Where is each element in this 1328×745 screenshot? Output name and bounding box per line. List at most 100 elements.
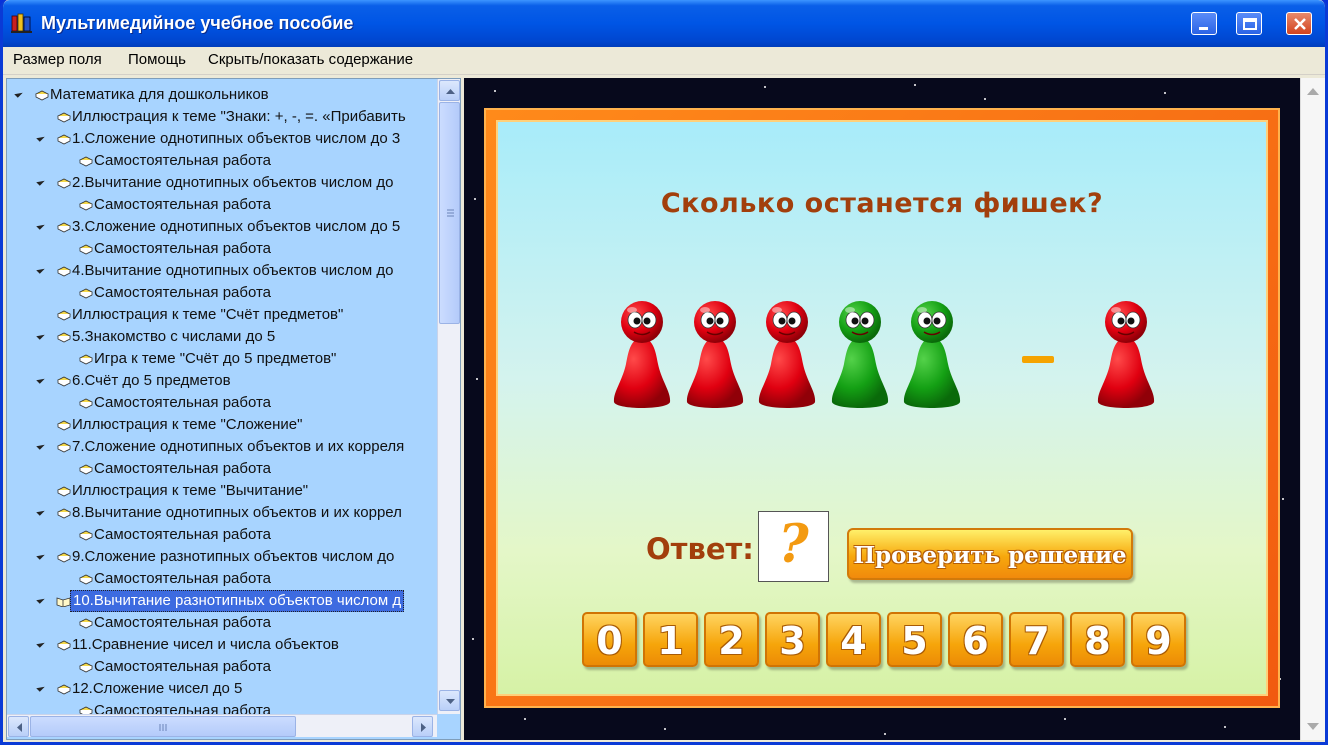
book-icon	[57, 310, 71, 321]
digit-button-2[interactable]: 2	[704, 612, 759, 667]
tree-item[interactable]: 12.Сложение чисел до 5	[7, 678, 437, 700]
tree-item[interactable]: 5.Знакомство с числами до 5	[7, 326, 437, 348]
tree-item-label: 12.Сложение чисел до 5	[72, 680, 243, 697]
digit-button-0[interactable]: 0	[582, 612, 637, 667]
scroll-right-button[interactable]	[412, 716, 433, 737]
menu-toggle-contents[interactable]: Скрыть/показать содержание	[208, 51, 413, 68]
digit-button-1[interactable]: 1	[643, 612, 698, 667]
expand-toggle-icon[interactable]	[36, 133, 45, 142]
tree-item[interactable]: 1.Сложение однотипных объектов числом до…	[7, 128, 437, 150]
tree-item[interactable]: Иллюстрация к теме "Вычитание"	[7, 480, 437, 502]
tree-item[interactable]: 7.Сложение однотипных объектов и их корр…	[7, 436, 437, 458]
star	[764, 86, 766, 88]
tree-item[interactable]: 8.Вычитание однотипных объектов и их кор…	[7, 502, 437, 524]
arrow-up-icon[interactable]	[1307, 88, 1319, 95]
tree-item[interactable]: 2.Вычитание однотипных объектов числом д…	[7, 172, 437, 194]
minimize-button[interactable]	[1191, 12, 1217, 35]
maximize-icon	[1243, 18, 1257, 30]
digit-button-9[interactable]: 9	[1131, 612, 1186, 667]
tree-horizontal-scrollbar[interactable]	[7, 714, 437, 737]
expand-toggle-icon[interactable]	[36, 441, 45, 450]
tree-item-label: Игра к теме "Счёт до 5 предметов"	[94, 350, 337, 367]
digit-button-8[interactable]: 8	[1070, 612, 1125, 667]
tree-vertical-scrollbar[interactable]	[437, 79, 460, 714]
digit-button-6[interactable]: 6	[948, 612, 1003, 667]
scroll-down-button[interactable]	[439, 690, 460, 711]
tree-item[interactable]: 9.Сложение разнотипных объектов числом д…	[7, 546, 437, 568]
tree-leaf-item[interactable]: Самостоятельная работа	[7, 282, 437, 304]
book-icon	[79, 156, 93, 167]
arrow-right-icon	[421, 723, 426, 732]
star	[984, 98, 986, 100]
expand-toggle-icon[interactable]	[36, 177, 45, 186]
tree-item[interactable]: Иллюстрация к теме "Знаки: +, -, =. «При…	[7, 106, 437, 128]
expand-toggle-icon[interactable]	[36, 375, 45, 384]
tree-item-label: Иллюстрация к теме "Вычитание"	[72, 482, 309, 499]
expand-toggle-icon[interactable]	[36, 507, 45, 516]
digit-label: 7	[1023, 619, 1050, 663]
digit-button-4[interactable]: 4	[826, 612, 881, 667]
star	[1164, 92, 1166, 94]
star	[1064, 718, 1066, 720]
tree-leaf-item[interactable]: Игра к теме "Счёт до 5 предметов"	[7, 348, 437, 370]
tree-item[interactable]: 3.Сложение однотипных объектов числом до…	[7, 216, 437, 238]
tree-leaf-item[interactable]: Самостоятельная работа	[7, 458, 437, 480]
tree-item-label: Самостоятельная работа	[94, 570, 272, 587]
answer-field[interactable]: ?	[758, 511, 829, 582]
maximize-button[interactable]	[1236, 12, 1262, 35]
expand-toggle-icon[interactable]	[14, 89, 23, 98]
check-solution-button[interactable]: Проверить решение	[847, 528, 1133, 580]
menu-field-size[interactable]: Размер поля	[13, 51, 102, 68]
tree-leaf-item[interactable]: Самостоятельная работа	[7, 194, 437, 216]
scroll-left-button[interactable]	[8, 716, 29, 737]
digit-button-3[interactable]: 3	[765, 612, 820, 667]
star	[1282, 498, 1284, 500]
expand-toggle-icon[interactable]	[36, 595, 45, 604]
scroll-thumb[interactable]	[439, 102, 460, 324]
tree-leaf-item[interactable]: Самостоятельная работа	[7, 568, 437, 590]
scroll-up-button[interactable]	[439, 80, 460, 101]
tree-item[interactable]: Математика для дошкольников	[7, 84, 437, 106]
expand-toggle-icon[interactable]	[36, 265, 45, 274]
star	[664, 728, 666, 730]
tree-leaf-item[interactable]: Самостоятельная работа	[7, 656, 437, 678]
tree-item[interactable]: Иллюстрация к теме "Счёт предметов"	[7, 304, 437, 326]
close-button[interactable]	[1286, 12, 1312, 35]
book-icon	[79, 354, 93, 365]
tree-item-label: 5.Знакомство с числами до 5	[72, 328, 276, 345]
expand-toggle-icon[interactable]	[36, 551, 45, 560]
tree-item[interactable]: 11.Сравнение чисел и числа объектов	[7, 634, 437, 656]
tree-item-label: Самостоятельная работа	[94, 394, 272, 411]
expand-toggle-icon[interactable]	[36, 221, 45, 230]
title-bar[interactable]: Мультимедийное учебное пособие	[3, 0, 1325, 47]
tree-leaf-item[interactable]: Самостоятельная работа	[7, 238, 437, 260]
horizontal-scroll-thumb[interactable]	[30, 716, 296, 737]
tree-item[interactable]: 10.Вычитание разнотипных объектов числом…	[7, 590, 437, 612]
tree-item[interactable]: 6.Счёт до 5 предметов	[7, 370, 437, 392]
tree-item-label: 7.Сложение однотипных объектов и их корр…	[72, 438, 405, 455]
tree-leaf-item[interactable]: Самостоятельная работа	[7, 392, 437, 414]
tree-item[interactable]: 4.Вычитание однотипных объектов числом д…	[7, 260, 437, 282]
tree-leaf-item[interactable]: Самостоятельная работа	[7, 524, 437, 546]
book-icon	[57, 112, 71, 123]
tree-item[interactable]: Иллюстрация к теме "Сложение"	[7, 414, 437, 436]
expand-toggle-icon[interactable]	[36, 331, 45, 340]
star	[472, 638, 474, 640]
book-icon	[57, 684, 71, 695]
menu-bar: Размер поля Помощь Скрыть/показать содер…	[3, 47, 1325, 75]
exercise-area: Сколько останется фишек? Ответ: ? Провер…	[464, 78, 1300, 740]
book-icon	[79, 464, 93, 475]
arrow-down-icon[interactable]	[1307, 723, 1319, 730]
digit-button-5[interactable]: 5	[887, 612, 942, 667]
tree-leaf-item[interactable]: Самостоятельная работа	[7, 612, 437, 634]
question-text: Сколько останется фишек?	[660, 188, 1104, 219]
expand-toggle-icon[interactable]	[36, 639, 45, 648]
expand-toggle-icon[interactable]	[36, 683, 45, 692]
digit-button-7[interactable]: 7	[1009, 612, 1064, 667]
content-vertical-scrollbar[interactable]	[1300, 78, 1325, 740]
minimize-icon	[1199, 27, 1208, 30]
tree-leaf-item[interactable]: Самостоятельная работа	[7, 150, 437, 172]
red-chip-icon	[685, 298, 745, 417]
menu-help[interactable]: Помощь	[128, 51, 186, 68]
tree-item-label: 10.Вычитание разнотипных объектов числом…	[70, 590, 405, 612]
